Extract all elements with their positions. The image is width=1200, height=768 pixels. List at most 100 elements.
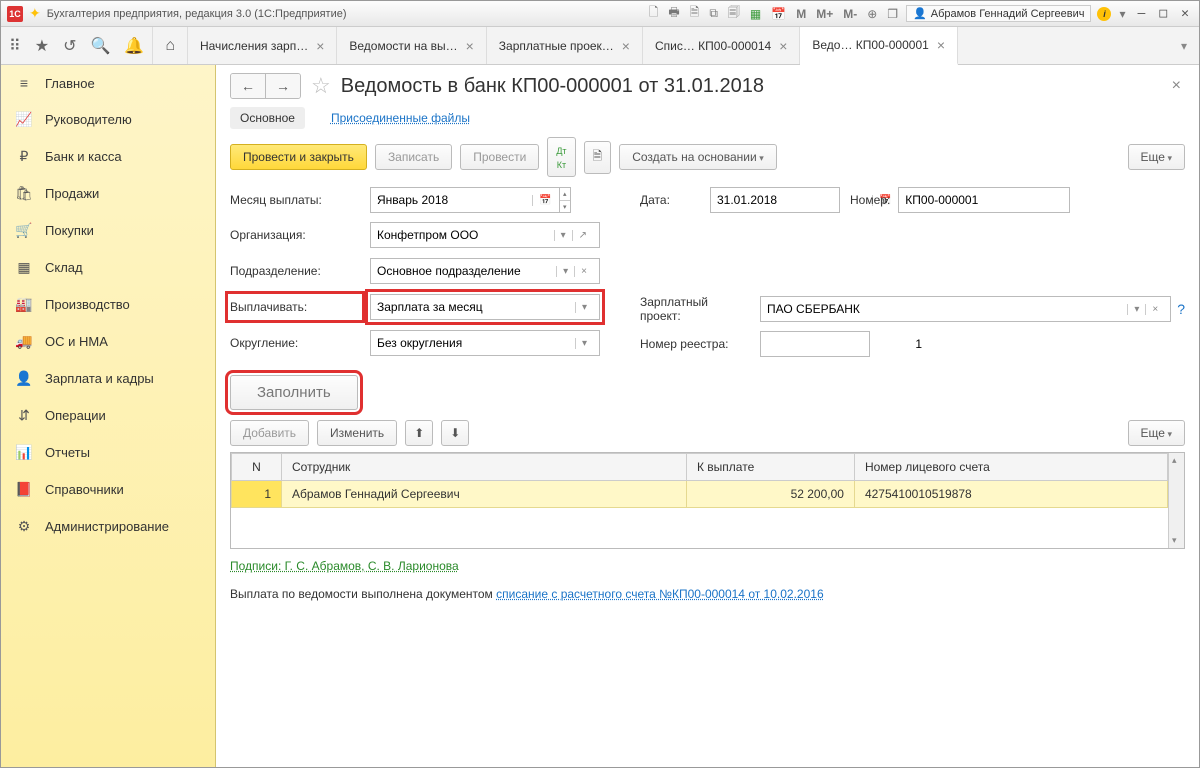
table-row[interactable]: 1 Абрамов Геннадий Сергеевич 52 200,00 4… [232, 481, 1168, 508]
m-button[interactable]: M [794, 5, 808, 23]
subtab-main[interactable]: Основное [230, 107, 305, 129]
close-icon[interactable]: × [466, 38, 474, 54]
sidebar-item-reports[interactable]: 📊Отчеты [1, 434, 215, 471]
dropdown-icon[interactable]: ▾ [554, 230, 572, 241]
maximize-button[interactable]: □ [1155, 6, 1171, 21]
help-icon[interactable]: ? [1171, 301, 1185, 317]
payment-doc-link[interactable]: списание с расчетного счета №КП00-000014… [496, 587, 823, 601]
calendar-icon[interactable]: 📅 [769, 5, 788, 23]
sidebar-item-sales[interactable]: 🛍Продажи [1, 175, 215, 212]
sidebar-item-manager[interactable]: 📈Руководителю [1, 101, 215, 138]
col-n[interactable]: N [232, 454, 282, 481]
dropdown-icon[interactable]: ▾ [1127, 304, 1145, 315]
pay-input[interactable]: ▾ [370, 294, 600, 320]
close-icon[interactable]: × [622, 38, 630, 54]
post-close-button[interactable]: Провести и закрыть [230, 144, 367, 170]
dept-input[interactable]: ▾× [370, 258, 600, 284]
favorite-button[interactable]: ☆ [311, 73, 331, 99]
sidebar-item-purchases[interactable]: 🛒Покупки [1, 212, 215, 249]
fill-button[interactable]: Заполнить [230, 375, 358, 410]
dropdown-icon[interactable]: ▾ [556, 266, 574, 277]
close-window-button[interactable]: ✕ [1177, 6, 1193, 21]
info-icon[interactable]: i [1097, 7, 1111, 21]
edit-row-button[interactable]: Изменить [317, 420, 397, 446]
tabs-menu-button[interactable]: ▾ [1169, 27, 1199, 64]
dropdown-icon[interactable]: ▾ [1117, 5, 1127, 23]
sidebar-item-bank[interactable]: ₽Банк и касса [1, 138, 215, 175]
month-input[interactable]: 📅 [370, 187, 560, 213]
preview-icon[interactable]: 🗎 [688, 1, 702, 26]
close-icon[interactable]: × [937, 37, 945, 53]
round-input[interactable]: ▾ [370, 330, 600, 356]
month-down-button[interactable]: ▾ [560, 200, 570, 212]
sidebar-item-production[interactable]: 🏭Производство [1, 286, 215, 323]
dropdown-icon[interactable]: ▾ [575, 302, 593, 313]
search-icon[interactable]: 🔍 [90, 36, 110, 56]
sidebar-item-admin[interactable]: ⚙Администрирование [1, 508, 215, 545]
doc-icon-button[interactable]: 🗎 [584, 141, 612, 174]
col-account[interactable]: Номер лицевого счета [854, 454, 1167, 481]
tab-2[interactable]: Зарплатные проек…× [487, 27, 643, 64]
move-down-button[interactable]: ⬇ [441, 420, 469, 446]
close-document-button[interactable]: × [1168, 73, 1185, 99]
minimize-button[interactable]: — [1134, 6, 1150, 21]
clear-icon[interactable]: × [574, 266, 593, 277]
col-employee[interactable]: Сотрудник [282, 454, 687, 481]
tool2-icon[interactable]: 🗐 [726, 1, 742, 26]
tab-0[interactable]: Начисления зарп…× [188, 27, 337, 64]
bell-icon[interactable]: 🔔 [124, 36, 144, 56]
tab-3[interactable]: Спис… КП00-000014× [643, 27, 800, 64]
col-amount[interactable]: К выплате [686, 454, 854, 481]
tab-1[interactable]: Ведомости на вы…× [337, 27, 486, 64]
file-icon[interactable]: 🗋 [647, 1, 661, 26]
dropdown-icon[interactable]: ▾ [575, 338, 593, 349]
apps-icon[interactable]: ⠿ [9, 36, 21, 56]
back-button[interactable]: ← [231, 74, 265, 98]
star-icon[interactable]: ★ [35, 36, 49, 56]
close-icon[interactable]: × [779, 38, 787, 54]
open-icon[interactable]: ↗ [572, 230, 593, 241]
signatures-link[interactable]: Подписи: Г. С. Абрамов, С. В. Ларионова [230, 559, 459, 573]
table-more-button[interactable]: Еще [1128, 420, 1185, 446]
zoom-icon[interactable]: ⊕ [865, 5, 879, 23]
month-up-button[interactable]: ▴ [560, 188, 570, 200]
write-button[interactable]: Записать [375, 144, 452, 170]
create-based-button[interactable]: Создать на основании [619, 144, 777, 170]
move-up-button[interactable]: ⬆ [405, 420, 433, 446]
sidebar-item-salary[interactable]: 👤Зарплата и кадры [1, 360, 215, 397]
forward-button[interactable]: → [265, 74, 300, 98]
org-input[interactable]: ▾↗ [370, 222, 600, 248]
print-icon[interactable]: 🖶 [666, 1, 681, 26]
sidebar-item-catalogs[interactable]: 📕Справочники [1, 471, 215, 508]
project-input[interactable]: ▾× [760, 296, 1171, 322]
pay-label: Выплачивать: [230, 296, 360, 318]
number-input[interactable] [898, 187, 1070, 213]
post-button[interactable]: Провести [460, 144, 539, 170]
tab-4[interactable]: Ведо… КП00-000001× [800, 27, 958, 65]
sidebar-item-assets[interactable]: 🚚ОС и НМА [1, 323, 215, 360]
favorite-app-icon[interactable]: ✦ [29, 5, 41, 22]
date-input[interactable]: 📅 [710, 187, 840, 213]
calculator-icon[interactable]: ▦ [748, 5, 763, 23]
windows-icon[interactable]: ❐ [885, 5, 900, 23]
close-icon[interactable]: × [316, 38, 324, 54]
reg-no-input[interactable] [760, 331, 870, 357]
user-badge[interactable]: 👤Абрамов Геннадий Сергеевич [906, 5, 1091, 22]
tool1-icon[interactable]: ⧉ [707, 4, 720, 23]
dtkt-button[interactable]: ДтКт [547, 137, 575, 177]
more-button[interactable]: Еще [1128, 144, 1185, 170]
add-row-button[interactable]: Добавить [230, 420, 309, 446]
m-minus-button[interactable]: M- [841, 5, 859, 23]
m-plus-button[interactable]: M+ [814, 5, 835, 23]
table-scrollbar[interactable] [1168, 453, 1184, 548]
subtab-files[interactable]: Присоединенные файлы [321, 107, 480, 129]
sidebar-item-operations[interactable]: ⇵Операции [1, 397, 215, 434]
arrow-down-icon: ⬇ [450, 426, 460, 440]
calendar-icon[interactable]: 📅 [532, 195, 557, 206]
history-icon[interactable]: ↺ [63, 36, 76, 56]
clear-icon[interactable]: × [1145, 304, 1164, 315]
sidebar-item-main[interactable]: ≡Главное [1, 65, 215, 101]
sidebar-item-stock[interactable]: ▦Склад [1, 249, 215, 286]
number-label: Номер: [850, 193, 890, 207]
home-button[interactable]: ⌂ [153, 27, 188, 64]
